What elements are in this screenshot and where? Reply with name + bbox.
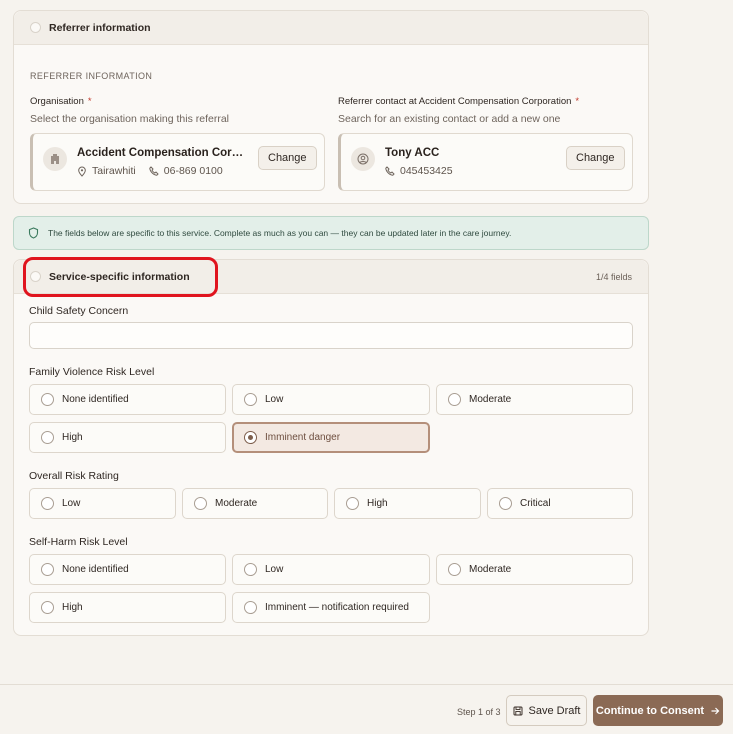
overall-risk-option-critical[interactable]: Critical (487, 488, 633, 519)
organisation-name: Accident Compensation Corporat... (77, 147, 247, 159)
continue-label: Continue to Consent (595, 704, 705, 717)
family-violence-option-imminent-danger[interactable]: Imminent danger (232, 422, 430, 453)
radio-icon (41, 563, 54, 576)
service-fields-info-note: The fields below are specific to this se… (13, 216, 649, 250)
radio-icon (41, 601, 54, 614)
radio-icon (41, 393, 54, 406)
organisation-phone: 06-869 0100 (163, 165, 223, 177)
section-status-circle-icon (30, 22, 41, 33)
family-violence-option-none[interactable]: None identified (29, 384, 226, 415)
info-note-text: The fields below are specific to this se… (48, 228, 512, 238)
self-harm-option-low[interactable]: Low (232, 554, 430, 585)
organisation-label: Organisation * (30, 96, 92, 107)
continue-to-consent-button[interactable]: Continue to Consent (593, 695, 723, 726)
required-mark: * (575, 96, 580, 107)
radio-icon (448, 393, 461, 406)
self-harm-option-high[interactable]: High (29, 592, 226, 623)
radio-icon (41, 497, 54, 510)
section-status-circle-icon (30, 271, 41, 282)
referrer-card-title: Referrer information (49, 21, 151, 34)
family-violence-option-low[interactable]: Low (232, 384, 430, 415)
contact-name: Tony ACC (385, 147, 440, 159)
overall-risk-option-high[interactable]: High (334, 488, 481, 519)
child-safety-input[interactable] (29, 322, 633, 349)
save-icon (513, 706, 523, 715)
self-harm-label: Self-Harm Risk Level (29, 536, 128, 548)
service-card-header[interactable]: Service-specific information 1/4 fields (14, 260, 648, 294)
radio-icon (244, 601, 257, 614)
radio-selected-icon (244, 431, 257, 444)
change-contact-button[interactable]: Change (566, 146, 625, 170)
radio-icon (244, 563, 257, 576)
radio-icon (244, 393, 257, 406)
self-harm-option-imminent[interactable]: Imminent — notification required (232, 592, 430, 623)
building-icon (43, 147, 67, 171)
location-pin-icon (78, 165, 86, 177)
phone-icon (385, 166, 395, 176)
phone-icon (149, 166, 159, 176)
self-harm-option-moderate[interactable]: Moderate (436, 554, 633, 585)
referrer-section-label: REFERRER INFORMATION (30, 71, 153, 81)
organisation-selection: Accident Compensation Corporat... Tairaw… (30, 133, 325, 191)
family-violence-option-high[interactable]: High (29, 422, 226, 453)
organisation-details: Tairawhiti 06-869 0100 (77, 165, 223, 177)
organisation-location: Tairawhiti (92, 165, 136, 177)
contact-details: 045453425 (385, 165, 453, 177)
referrer-contact-selection: Tony ACC 045453425 Change (338, 133, 633, 191)
service-card-title: Service-specific information (49, 270, 190, 283)
shield-icon (28, 227, 39, 239)
self-harm-option-none[interactable]: None identified (29, 554, 226, 585)
save-draft-label: Save Draft (528, 704, 581, 717)
footer-bar: Step 1 of 3 Save Draft Continue to Conse… (0, 684, 733, 734)
overall-risk-option-low[interactable]: Low (29, 488, 176, 519)
radio-icon (499, 497, 512, 510)
user-circle-icon (351, 147, 375, 171)
child-safety-label: Child Safety Concern (29, 305, 129, 317)
radio-icon (194, 497, 207, 510)
contact-phone: 045453425 (400, 165, 453, 177)
radio-icon (346, 497, 359, 510)
family-violence-option-moderate[interactable]: Moderate (436, 384, 633, 415)
organisation-help: Select the organisation making this refe… (30, 113, 230, 125)
referrer-contact-help: Search for an existing contact or add a … (338, 113, 561, 125)
step-indicator: Step 1 of 3 (457, 707, 501, 717)
fields-count: 1/4 fields (595, 271, 632, 282)
save-draft-button[interactable]: Save Draft (506, 695, 587, 726)
referrer-contact-label: Referrer contact at Accident Compensatio… (338, 96, 580, 107)
overall-risk-option-moderate[interactable]: Moderate (182, 488, 328, 519)
referrer-information-card: Referrer information REFERRER INFORMATIO… (13, 10, 649, 204)
required-mark: * (87, 96, 92, 107)
change-organisation-button[interactable]: Change (258, 146, 317, 170)
arrow-right-icon (711, 707, 720, 714)
radio-icon (41, 431, 54, 444)
family-violence-label: Family Violence Risk Level (29, 366, 155, 378)
radio-icon (448, 563, 461, 576)
referrer-card-header[interactable]: Referrer information (14, 11, 648, 45)
overall-risk-label: Overall Risk Rating (29, 470, 119, 482)
